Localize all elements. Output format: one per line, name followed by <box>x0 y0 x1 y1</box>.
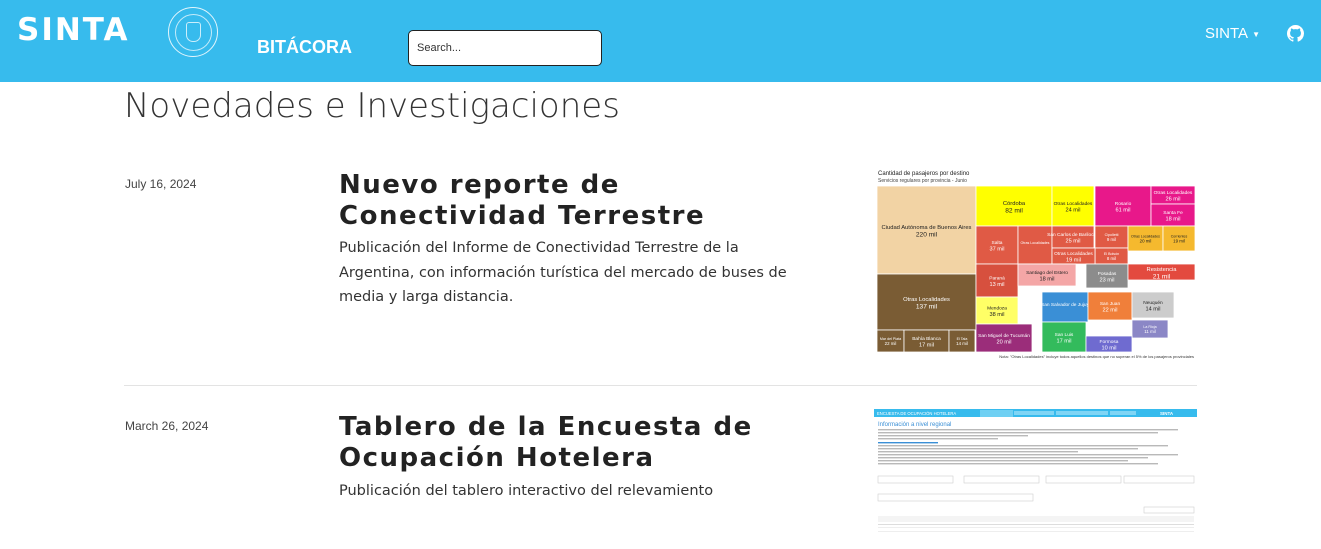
dashboard-thumbnail[interactable]: ENCUESTA DE OCUPACIÓN HOTELERA SINTA Inf… <box>874 409 1197 534</box>
thumbnail-title: Cantidad de pasajeros por destino <box>878 171 970 177</box>
treemap-cell-value: 37 mil <box>990 246 1005 252</box>
dashboard-tab <box>1056 411 1108 415</box>
post-title-link[interactable]: Nuevo reporte de Conectividad Terrestre <box>339 170 809 232</box>
dashboard-tab <box>1014 411 1054 415</box>
treemap-cell-value: 22 mil <box>1103 307 1118 313</box>
treemap-cell-label: Mendoza <box>987 306 1007 312</box>
treemap-cell-value: 137 mil <box>916 303 938 310</box>
treemap-cell-label: San Carlos de Bariloche <box>1047 232 1099 238</box>
treemap-cell-value: 23 mil <box>1100 277 1115 283</box>
dashboard-tab <box>1110 411 1136 415</box>
dashboard-app-title: ENCUESTA DE OCUPACIÓN HOTELERA <box>877 411 956 416</box>
treemap-cell-value: 13 mil <box>990 282 1005 288</box>
treemap-cell <box>1017 225 1053 265</box>
treemap-cell-value: 38 mil <box>990 312 1005 318</box>
dashboard-active-tab <box>980 410 1013 417</box>
brand-logo[interactable]: SINTA <box>17 12 130 48</box>
treemap-cell-label: Bahía Blanca <box>912 336 941 342</box>
dashboard-brand: SINTA <box>1160 411 1174 416</box>
treemap-cell-value: 26 mil <box>1166 196 1181 202</box>
post-title-link[interactable]: Tablero de la Encuesta de Ocupación Hote… <box>339 412 809 474</box>
treemap-cell-label: Otras Localidades <box>1021 241 1050 245</box>
treemap-cell-value: 11 mil <box>1144 329 1155 334</box>
treemap-cell-label: Neuquén <box>1143 300 1163 306</box>
sinta-dropdown-label: SINTA <box>1205 25 1249 42</box>
sinta-dropdown[interactable]: SINTA ▼ <box>1205 25 1260 42</box>
treemap-cell-value: 19 mil <box>1066 257 1081 263</box>
treemap-cell-label: San Miguel de Tucumán <box>978 333 1030 339</box>
treemap-cell-value: 220 mil <box>916 231 938 238</box>
treemap-cell-value: 20 mil <box>1140 239 1152 244</box>
treemap-cell-value: 25 mil <box>1066 238 1081 244</box>
treemap-cell-label: Resistencia <box>1147 267 1178 273</box>
treemap-cell-label: Córdoba <box>1003 201 1026 207</box>
treemap-thumbnail[interactable]: Cantidad de pasajeros por destino Servic… <box>876 168 1197 361</box>
treemap-cell-label: San Luis <box>1055 332 1074 338</box>
treemap-cell-label: Otras Localidades <box>1054 201 1093 207</box>
post-description: Publicación del tablero interactivo del … <box>339 483 714 499</box>
caret-down-icon: ▼ <box>1252 29 1260 39</box>
treemap-cell-value: 61 mil <box>1116 207 1131 213</box>
treemap-cell-value: 18 mil <box>1166 216 1181 222</box>
page-title: Novedades e Investigaciones <box>124 86 620 126</box>
treemap-cell-label: Otras Localidades <box>903 297 950 303</box>
treemap-cell-label: Rosario <box>1115 201 1132 207</box>
treemap-cell-label: Formosa <box>1100 339 1119 345</box>
post-description: Publicación del Informe de Conectividad … <box>339 240 787 305</box>
treemap-cell-label: Santiago del Estero <box>1026 270 1068 276</box>
treemap-cell-label: San Salvador de Jujuy <box>1041 302 1090 308</box>
treemap-cell-label: San Juan <box>1100 301 1121 307</box>
treemap-cell-label: Ciudad Autónoma de Buenos Aires <box>882 225 972 231</box>
treemap-cell-value: 17 mil <box>919 342 934 348</box>
top-navbar: SINTA BITÁCORA SINTA▼ <box>0 0 1321 82</box>
treemap-cell-value: 24 mil <box>1066 207 1081 213</box>
nav-bitacora-link[interactable]: BITÁCORA <box>257 37 352 58</box>
treemap-cell-value: 17 mil <box>1057 338 1072 344</box>
post-date: March 26, 2024 <box>125 419 209 433</box>
treemap-cell-label: Paraná <box>989 276 1005 282</box>
treemap-cell-value: 21 mil <box>1153 273 1171 280</box>
post-divider <box>124 385 1197 386</box>
treemap-cell-label: Santa Fe <box>1163 210 1183 216</box>
treemap-cell-value: 82 mil <box>1005 207 1023 214</box>
post-date: July 16, 2024 <box>125 177 197 191</box>
treemap-cell-value: 19 mil <box>1173 239 1185 244</box>
treemap-cell-value: 22 mil <box>885 341 897 346</box>
github-icon[interactable] <box>1287 25 1304 42</box>
treemap-cell-value: 20 mil <box>997 339 1012 345</box>
search-input[interactable] <box>408 30 602 66</box>
thumbnail-note: Nota: "Otras Localidades" incluye todos … <box>999 354 1194 359</box>
treemap-cell-value: 10 mil <box>1102 345 1117 351</box>
treemap-cell-value: 14 mil <box>956 341 968 346</box>
thumbnail-subtitle: Servicios regulares por provincia - Juni… <box>878 178 967 184</box>
treemap-cell-value: 18 mil <box>1040 276 1055 282</box>
dashboard-section-title: Información a nivel regional <box>878 422 951 428</box>
treemap-cell-label: Otras Localidades <box>1154 190 1193 196</box>
treemap-cell-label: Salta <box>992 240 1003 246</box>
government-seal-icon <box>168 7 218 57</box>
treemap-cell-value: 8 mil <box>1107 256 1116 261</box>
treemap-cell-value: 14 mil <box>1146 306 1161 312</box>
treemap-cell-value: 9 mil <box>1107 237 1116 242</box>
treemap-cell-label: Posadas <box>1098 271 1117 277</box>
treemap-cell-label: Otras Localidades <box>1054 251 1093 257</box>
